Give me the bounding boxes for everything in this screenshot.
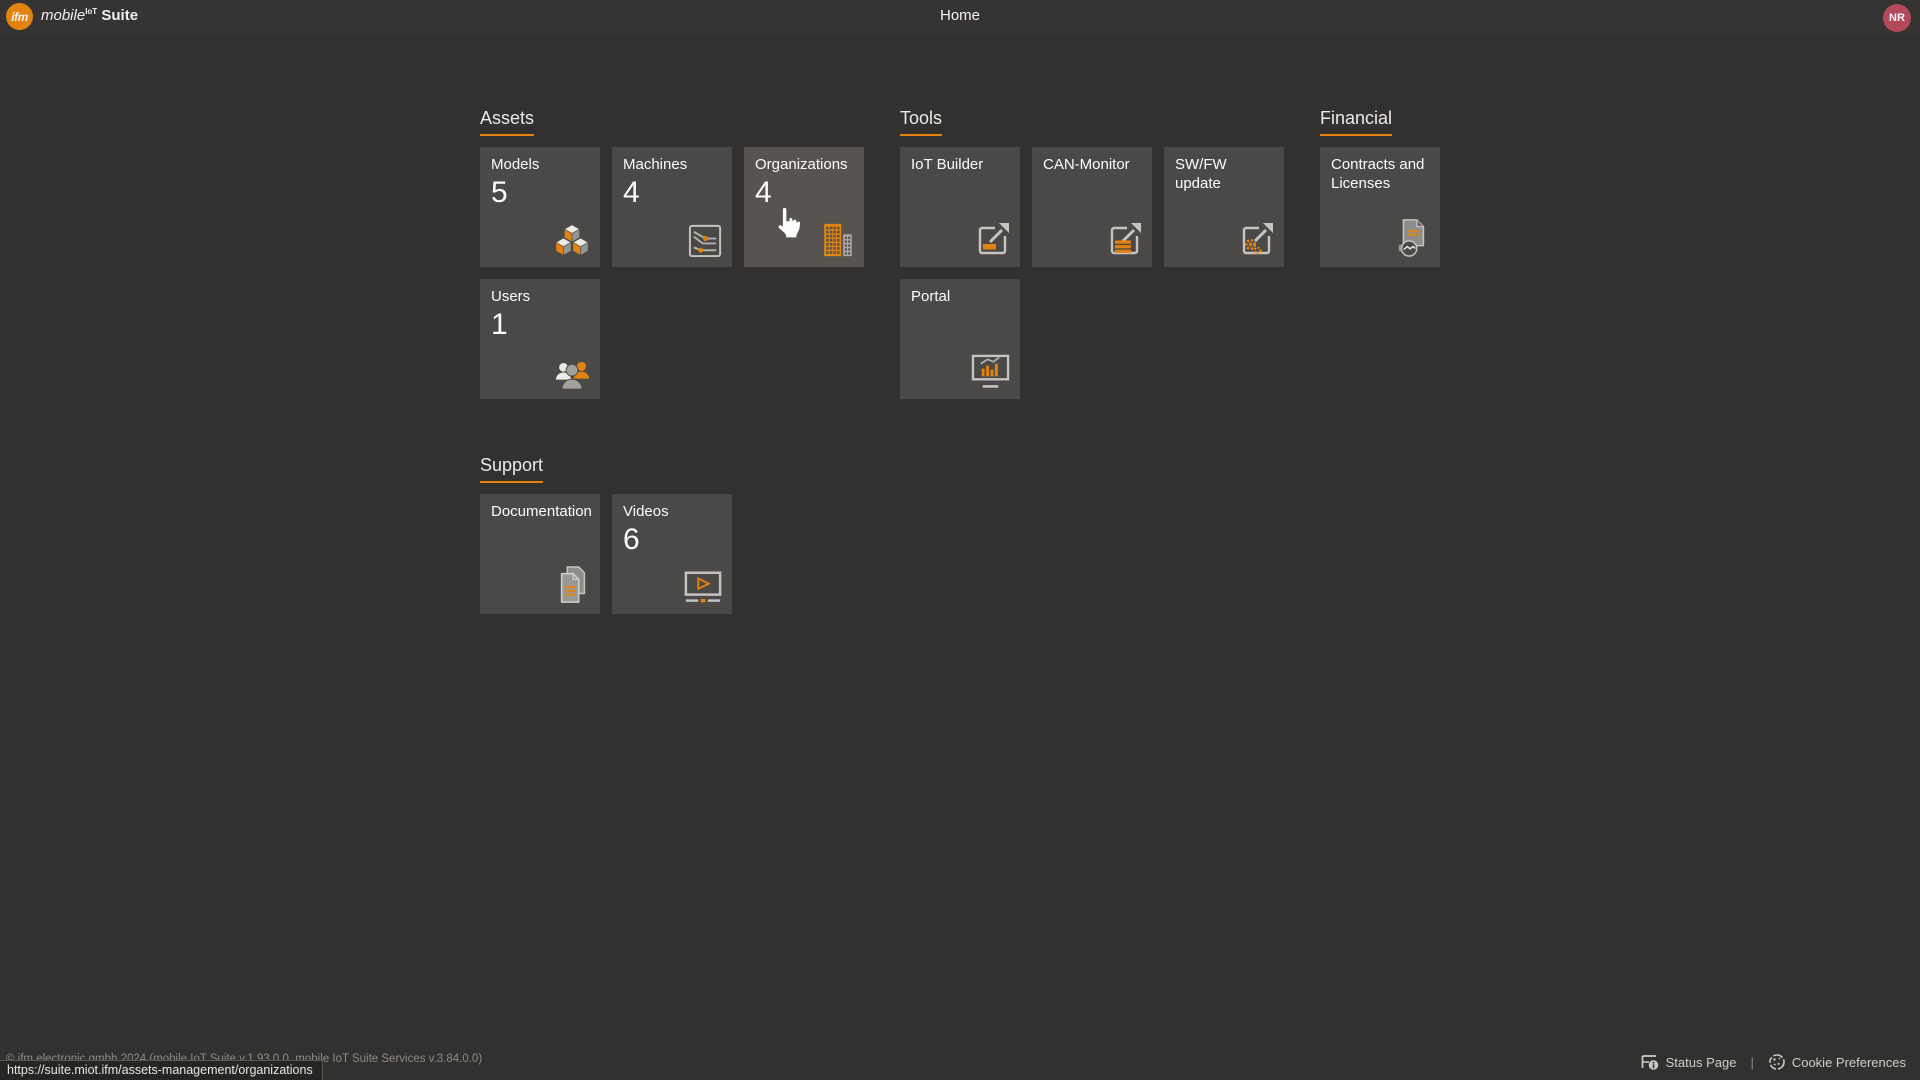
section-financial: Financial Contracts and Licenses (1320, 108, 1440, 267)
cubes-icon (552, 223, 592, 259)
section-support: Support Documentation Videos 6 (480, 455, 732, 614)
machine-schematic-icon (687, 222, 724, 259)
app-title-iot: IoT (85, 7, 97, 16)
section-title-support: Support (480, 455, 543, 483)
tile-label: Machines (623, 156, 721, 175)
tile-label: Contracts and Licenses (1331, 156, 1429, 194)
tile-count: 5 (491, 178, 589, 208)
app-title-suite: Suite (101, 7, 138, 24)
external-link-builder-icon (972, 219, 1012, 259)
tile-machines[interactable]: Machines 4 (612, 147, 732, 267)
external-link-gears-icon (1236, 219, 1276, 259)
tile-sw-fw-update[interactable]: SW/FW update (1164, 147, 1284, 267)
section-title-assets: Assets (480, 108, 534, 136)
app-title-mobile: mobile (41, 7, 85, 24)
tile-label: Portal (911, 288, 1009, 307)
tile-label: Users (491, 288, 589, 307)
tile-models[interactable]: Models 5 (480, 147, 600, 267)
tile-label: Videos (623, 503, 721, 522)
nav-home[interactable]: Home (940, 7, 980, 24)
tile-can-monitor[interactable]: CAN-Monitor (1032, 147, 1152, 267)
app-title: mobileIoT Suite (41, 7, 138, 24)
ifm-logo-text: ifm (11, 10, 28, 24)
tile-organizations[interactable]: Organizations 4 (744, 147, 864, 267)
tile-documentation[interactable]: Documentation (480, 494, 600, 614)
cookie-icon (1768, 1053, 1786, 1071)
section-title-tools: Tools (900, 108, 942, 136)
tile-label: Models (491, 156, 589, 175)
tile-iot-builder[interactable]: IoT Builder (900, 147, 1020, 267)
tile-label: Documentation (491, 503, 589, 522)
status-page-icon (1641, 1054, 1660, 1071)
cookie-preferences-link[interactable]: Cookie Preferences (1792, 1055, 1906, 1070)
tile-count: 4 (755, 178, 853, 208)
status-page-link[interactable]: Status Page (1666, 1055, 1737, 1070)
section-assets: Assets Models 5 (480, 108, 864, 399)
buildings-icon (817, 221, 856, 259)
tile-count: 6 (623, 525, 721, 555)
ifm-logo-icon: ifm (6, 3, 33, 30)
link-url-statusbar: https://suite.miot.ifm/assets-management… (0, 1060, 323, 1080)
tile-label: SW/FW update (1175, 156, 1273, 194)
tile-count: 4 (623, 178, 721, 208)
tile-users[interactable]: Users 1 (480, 279, 600, 399)
tile-portal[interactable]: Portal (900, 279, 1020, 399)
contract-handshake-icon (1392, 217, 1432, 259)
footer-separator: | (1750, 1055, 1753, 1070)
tile-count: 1 (491, 310, 589, 340)
section-tools: Tools IoT Builder CAN-Monitor (900, 108, 1284, 399)
documents-icon (554, 564, 592, 606)
user-group-icon (552, 355, 592, 391)
section-title-financial: Financial (1320, 108, 1392, 136)
footer-links: Status Page | Cookie Preferences (1641, 1053, 1906, 1071)
tile-label: CAN-Monitor (1043, 156, 1141, 175)
tile-label: Organizations (755, 156, 853, 175)
tile-videos[interactable]: Videos 6 (612, 494, 732, 614)
monitor-chart-icon (969, 352, 1012, 391)
user-avatar[interactable]: NR (1883, 4, 1911, 32)
top-bar: ifm mobileIoT Suite Home NR (0, 0, 1920, 34)
video-player-icon (682, 568, 724, 606)
tile-label: IoT Builder (911, 156, 1009, 175)
external-link-list-icon (1104, 219, 1144, 259)
tile-contracts-licenses[interactable]: Contracts and Licenses (1320, 147, 1440, 267)
